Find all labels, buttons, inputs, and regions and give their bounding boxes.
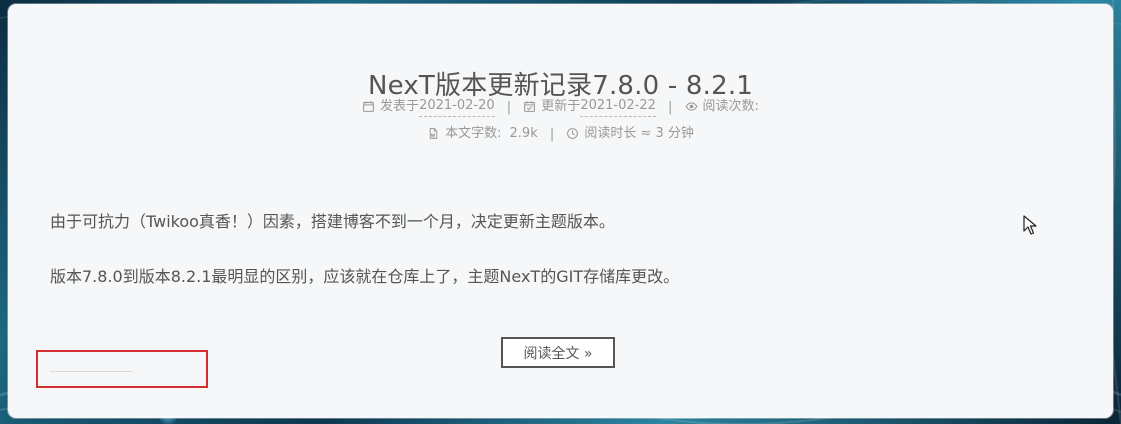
post-meta-secondary: 本文字数: 2.9k | 阅读时长 ≈ 3 分钟 (8, 125, 1113, 144)
highlight-box (36, 350, 208, 388)
mouse-pointer-icon (1023, 215, 1037, 235)
reading-time-label: 阅读时长 ≈ (584, 126, 652, 141)
reading-time-value: 3 分钟 (655, 126, 694, 141)
published-date-link[interactable]: 2021-02-20 (419, 97, 495, 117)
word-count-value: 2.9k (509, 126, 538, 141)
meta-divider: | (549, 126, 555, 142)
views-label: 阅读次数: (702, 99, 759, 114)
eye-icon (685, 101, 697, 111)
excerpt-paragraph: 版本7.8.0到版本8.2.1最明显的区别，应该就在仓库上了，主题NexT的GI… (50, 267, 680, 286)
calendar-icon (363, 100, 374, 112)
updated-date-link[interactable]: 2021-02-22 (580, 97, 656, 117)
excerpt-paragraph: 由于可抗力（Twikoo真香！）因素，搭建博客不到一个月，决定更新主题版本。 (50, 212, 615, 231)
views-meta: 阅读次数: (685, 98, 759, 116)
updated-meta: 更新于 2021-02-22 (523, 97, 656, 117)
meta-divider: | (668, 99, 673, 115)
clock-icon (567, 127, 579, 139)
word-count-label: 本文字数: (445, 126, 502, 141)
post-card: NexT版本更新记录7.8.0 - 8.2.1 发表于 2021-02-20 |… (8, 4, 1113, 418)
meta-divider: | (506, 99, 512, 115)
read-more-button[interactable]: 阅读全文 » (501, 337, 615, 368)
post-end-divider (50, 371, 132, 372)
post-excerpt: 由于可抗力（Twikoo真香！）因素，搭建博客不到一个月，决定更新主题版本。 版… (50, 209, 1060, 290)
file-word-icon (429, 127, 438, 139)
word-count-meta: 本文字数: 2.9k (427, 125, 538, 143)
post-meta-primary: 发表于 2021-02-20 | 更新于 2021-02-22 | 阅读次数: (8, 97, 1113, 117)
calendar-check-icon (524, 100, 536, 112)
updated-label: 更新于 (541, 99, 581, 114)
reading-time-meta: 阅读时长 ≈ 3 分钟 (566, 125, 694, 143)
published-label: 发表于 (380, 99, 420, 114)
published-meta: 发表于 2021-02-20 (362, 97, 495, 117)
